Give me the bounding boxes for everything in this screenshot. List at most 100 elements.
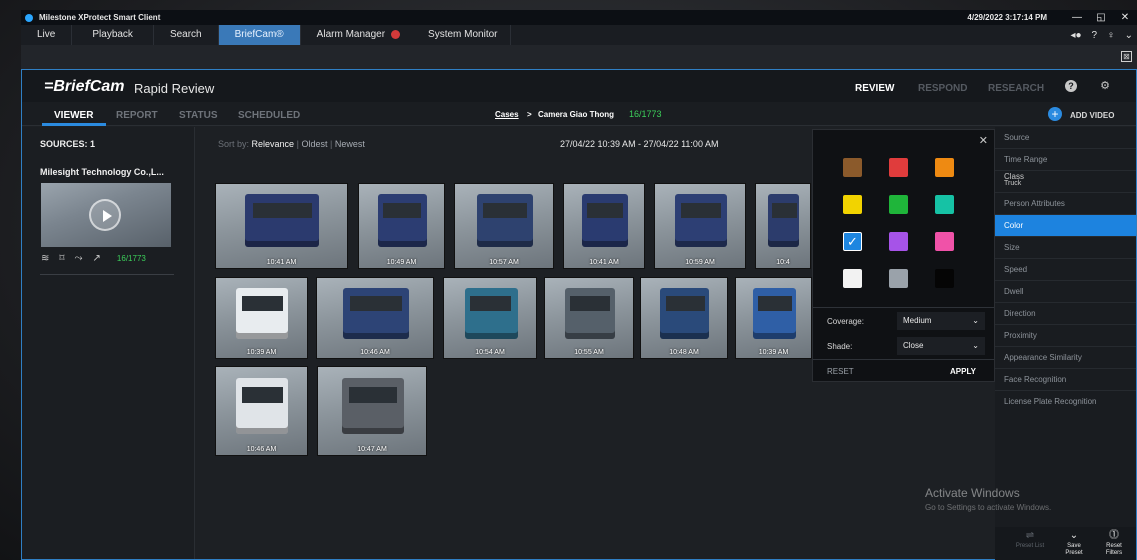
result-thumbnail[interactable]: 10:41 AM bbox=[563, 183, 645, 269]
activation-watermark-text: Go to Settings to activate Windows. bbox=[925, 503, 1052, 512]
filter-speed[interactable]: Speed bbox=[995, 259, 1136, 281]
chevron-down-icon: ⌄ bbox=[972, 316, 979, 325]
windshield-shape bbox=[681, 203, 721, 218]
nav-status[interactable]: STATUS bbox=[179, 110, 218, 121]
filter-source[interactable]: Source bbox=[995, 127, 1136, 149]
sort-newest[interactable]: Newest bbox=[335, 139, 365, 149]
save-preset-button[interactable]: ⌄ Save Preset bbox=[1059, 530, 1089, 557]
preset-list-button[interactable]: ⇌ Preset List bbox=[1015, 530, 1045, 550]
result-thumbnail[interactable]: 10:39 AM bbox=[215, 277, 308, 359]
divider bbox=[813, 307, 994, 308]
source-thumbnail[interactable] bbox=[41, 183, 171, 247]
expand-icon[interactable]: ⊠ bbox=[1121, 51, 1132, 62]
briefcam-logo: =BriefCam bbox=[44, 78, 125, 95]
result-thumbnail[interactable]: 10:54 AM bbox=[443, 277, 537, 359]
color-swatch[interactable] bbox=[935, 195, 954, 214]
tab-playback[interactable]: Playback bbox=[72, 25, 154, 45]
color-swatch[interactable] bbox=[843, 158, 862, 177]
help-icon[interactable]: ? bbox=[1092, 30, 1098, 41]
mode-review[interactable]: REVIEW bbox=[855, 83, 894, 94]
tab-search[interactable]: Search bbox=[154, 25, 219, 45]
sort-relevance[interactable]: Relevance bbox=[252, 139, 295, 149]
result-thumbnail[interactable]: 10:47 AM bbox=[317, 366, 427, 456]
layers-icon[interactable]: ≋ bbox=[41, 253, 49, 264]
filter-face-recognition[interactable]: Face Recognition bbox=[995, 369, 1136, 391]
tab-alarm-manager[interactable]: Alarm Manager bbox=[301, 25, 416, 45]
tab-live[interactable]: Live bbox=[21, 25, 73, 45]
more-icon[interactable]: ⌄ bbox=[1125, 30, 1133, 41]
main-tabbar: Live Playback Search BriefCam® Alarm Man… bbox=[21, 25, 1137, 45]
mode-respond[interactable]: RESPOND bbox=[918, 83, 967, 94]
filter-dwell[interactable]: Dwell bbox=[995, 281, 1136, 303]
color-swatch[interactable] bbox=[843, 269, 862, 288]
filter-person-attributes[interactable]: Person Attributes bbox=[995, 193, 1136, 215]
source-count: 16/1773 bbox=[116, 254, 146, 263]
color-swatch[interactable] bbox=[889, 232, 908, 251]
play-icon[interactable] bbox=[89, 199, 121, 231]
direction-icon[interactable]: ↗ bbox=[93, 253, 101, 264]
result-thumbnail[interactable]: 10:57 AM bbox=[454, 183, 554, 269]
result-thumbnail[interactable]: 10:46 AM bbox=[316, 277, 434, 359]
nav-viewer[interactable]: VIEWER bbox=[54, 110, 93, 121]
date-range: 27/04/22 10:39 AM - 27/04/22 11:00 AM bbox=[560, 139, 719, 149]
sort-oldest[interactable]: Oldest bbox=[301, 139, 327, 149]
filter-class[interactable]: Class Truck bbox=[995, 171, 1136, 193]
settings-gear-icon[interactable]: ⚙ bbox=[1099, 80, 1111, 92]
close-icon[interactable]: ✕ bbox=[979, 134, 988, 147]
restore-button[interactable]: ◱ bbox=[1089, 10, 1113, 25]
result-timestamp: 10:57 AM bbox=[489, 259, 519, 266]
reset-button[interactable]: RESET bbox=[827, 367, 854, 376]
color-swatch[interactable] bbox=[889, 269, 908, 288]
tab-briefcam[interactable]: BriefCam® bbox=[218, 25, 301, 45]
filter-color[interactable]: Color bbox=[995, 215, 1136, 237]
result-thumbnail[interactable]: 10:4 bbox=[755, 183, 811, 269]
briefcam-header: =BriefCam Rapid Review REVIEW RESPOND RE… bbox=[22, 70, 1136, 102]
result-thumbnail[interactable]: 10:59 AM bbox=[654, 183, 746, 269]
breadcrumb-cases[interactable]: Cases bbox=[495, 110, 519, 119]
add-video-button[interactable]: ADD VIDEO bbox=[1070, 111, 1114, 120]
path-icon[interactable]: ⤳ bbox=[75, 253, 83, 264]
result-thumbnail[interactable]: 10:55 AM bbox=[544, 277, 634, 359]
result-thumbnail[interactable]: 10:41 AM bbox=[215, 183, 348, 269]
windshield-shape bbox=[483, 203, 527, 218]
nav-report[interactable]: REPORT bbox=[116, 110, 158, 121]
result-thumbnail[interactable]: 10:48 AM bbox=[640, 277, 728, 359]
minimize-button[interactable]: — bbox=[1065, 10, 1089, 25]
result-timestamp: 10:48 AM bbox=[669, 349, 699, 356]
alarm-badge-icon bbox=[391, 29, 401, 39]
crop-icon[interactable]: ⌑ bbox=[59, 253, 64, 264]
color-swatch[interactable] bbox=[889, 158, 908, 177]
result-thumbnail[interactable]: 10:39 AM bbox=[735, 277, 812, 359]
nav-active-underline bbox=[42, 123, 106, 126]
color-swatch[interactable] bbox=[935, 232, 954, 251]
user-icon[interactable]: ♀ bbox=[1107, 30, 1115, 41]
add-video-icon[interactable]: + bbox=[1048, 107, 1062, 121]
color-swatch[interactable] bbox=[843, 195, 862, 214]
color-swatch[interactable] bbox=[889, 195, 908, 214]
filter-size[interactable]: Size bbox=[995, 237, 1136, 259]
coverage-select[interactable]: Medium ⌄ bbox=[897, 312, 985, 330]
reset-filters-button[interactable]: ⓵ Reset Filters bbox=[1099, 530, 1129, 557]
windshield-shape bbox=[350, 296, 402, 311]
back-icon[interactable]: ◂● bbox=[1070, 30, 1081, 41]
result-timestamp: 10:49 AM bbox=[386, 259, 417, 266]
filter-appearance-similarity[interactable]: Appearance Similarity bbox=[995, 347, 1136, 369]
filter-direction[interactable]: Direction bbox=[995, 303, 1136, 325]
filter-license-plate-recognition[interactable]: License Plate Recognition bbox=[995, 391, 1136, 413]
color-swatch[interactable] bbox=[935, 158, 954, 177]
result-thumbnail[interactable]: 10:49 AM bbox=[358, 183, 445, 269]
filter-proximity[interactable]: Proximity bbox=[995, 325, 1136, 347]
result-thumbnail[interactable]: 10:46 AM bbox=[215, 366, 308, 456]
apply-button[interactable]: APPLY bbox=[950, 367, 976, 376]
nav-scheduled[interactable]: SCHEDULED bbox=[238, 110, 300, 121]
coverage-value: Medium bbox=[903, 316, 932, 325]
color-swatch[interactable]: ✓ bbox=[843, 232, 862, 251]
help-icon[interactable]: ? bbox=[1065, 80, 1077, 92]
color-swatch[interactable] bbox=[935, 269, 954, 288]
mode-research[interactable]: RESEARCH bbox=[988, 83, 1044, 94]
close-button[interactable]: ✕ bbox=[1113, 10, 1137, 25]
shade-select[interactable]: Close ⌄ bbox=[897, 337, 985, 355]
reset-filters-label: Reset Filters bbox=[1105, 543, 1123, 556]
save-icon: ⌄ bbox=[1069, 530, 1079, 541]
tab-system-monitor[interactable]: System Monitor bbox=[416, 25, 511, 45]
